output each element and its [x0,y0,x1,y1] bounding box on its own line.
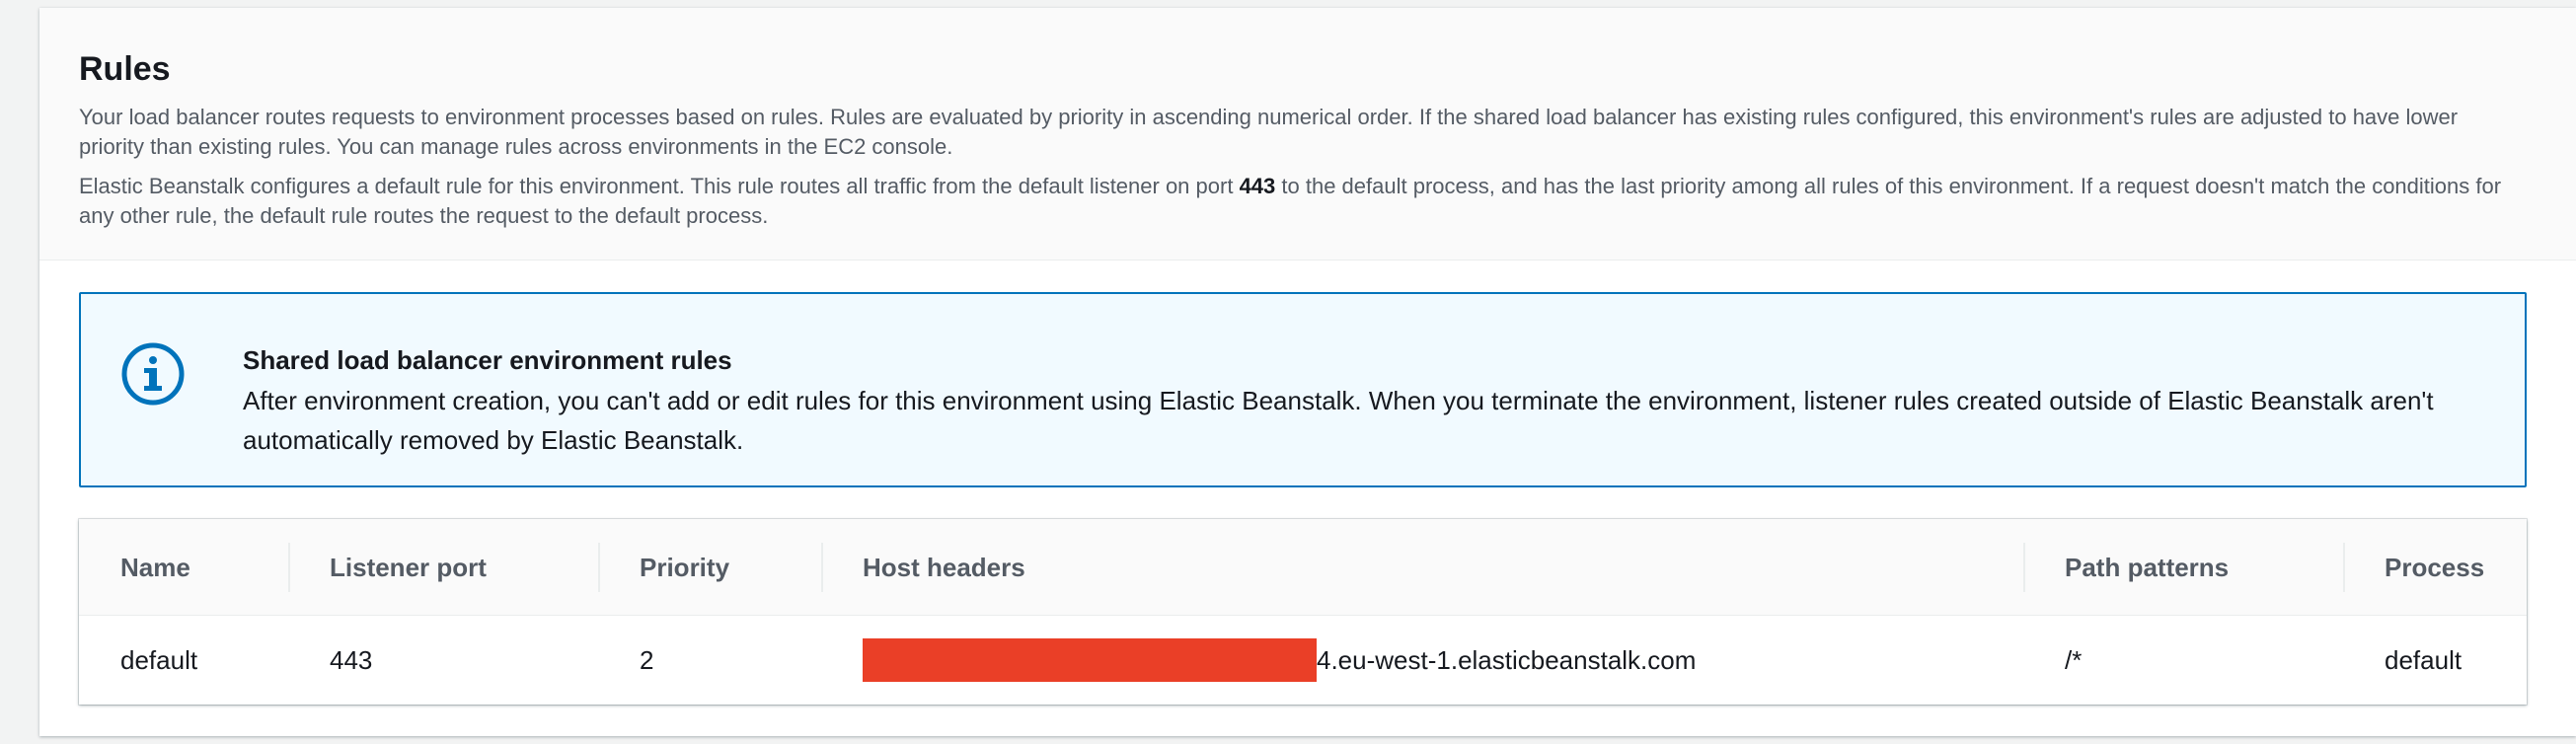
column-header-priority[interactable]: Priority [640,519,729,616]
section-title: Rules [79,50,171,88]
column-header-name[interactable]: Name [120,519,190,616]
default-rule-description: Elastic Beanstalk configures a default r… [79,172,2517,231]
cell-process: default [2385,644,2462,675]
default-rule-text-start: Elastic Beanstalk configures a default r… [79,174,1240,198]
alert-body: After environment creation, you can't ad… [243,386,2434,455]
column-divider[interactable] [2023,543,2025,592]
rules-table: Name Listener port Priority Host headers… [79,519,2527,705]
cell-path-patterns: /* [2065,644,2083,675]
table-row[interactable]: default 443 2 4.eu-west-1.elasticbeansta… [79,616,2527,705]
column-header-path-patterns[interactable]: Path patterns [2065,519,2229,616]
column-header-process[interactable]: Process [2385,519,2484,616]
default-listener-port: 443 [1239,174,1276,198]
column-header-host-headers[interactable]: Host headers [863,519,1025,616]
rules-description: Your load balancer routes requests to en… [79,105,2459,159]
cell-priority: 2 [640,644,654,675]
host-header-value: 4.eu-west-1.elasticbeanstalk.com [1317,644,1697,675]
rules-panel: Rules Your load balancer routes requests… [39,8,2576,736]
cell-listener-port: 443 [330,644,373,675]
column-divider[interactable] [821,543,823,592]
column-header-listener-port[interactable]: Listener port [330,519,487,616]
cell-host-headers: 4.eu-west-1.elasticbeanstalk.com [863,616,1696,705]
rules-panel-header: Rules Your load balancer routes requests… [39,8,2576,260]
cell-name: default [120,644,198,675]
column-divider[interactable] [288,543,290,592]
column-divider[interactable] [598,543,600,592]
redaction-bar [863,638,1317,682]
column-divider[interactable] [2343,543,2345,592]
table-header: Name Listener port Priority Host headers… [79,519,2527,616]
info-alert: Shared load balancer environment rules A… [79,292,2527,487]
info-icon [121,342,185,406]
alert-title: Shared load balancer environment rules [243,345,732,375]
